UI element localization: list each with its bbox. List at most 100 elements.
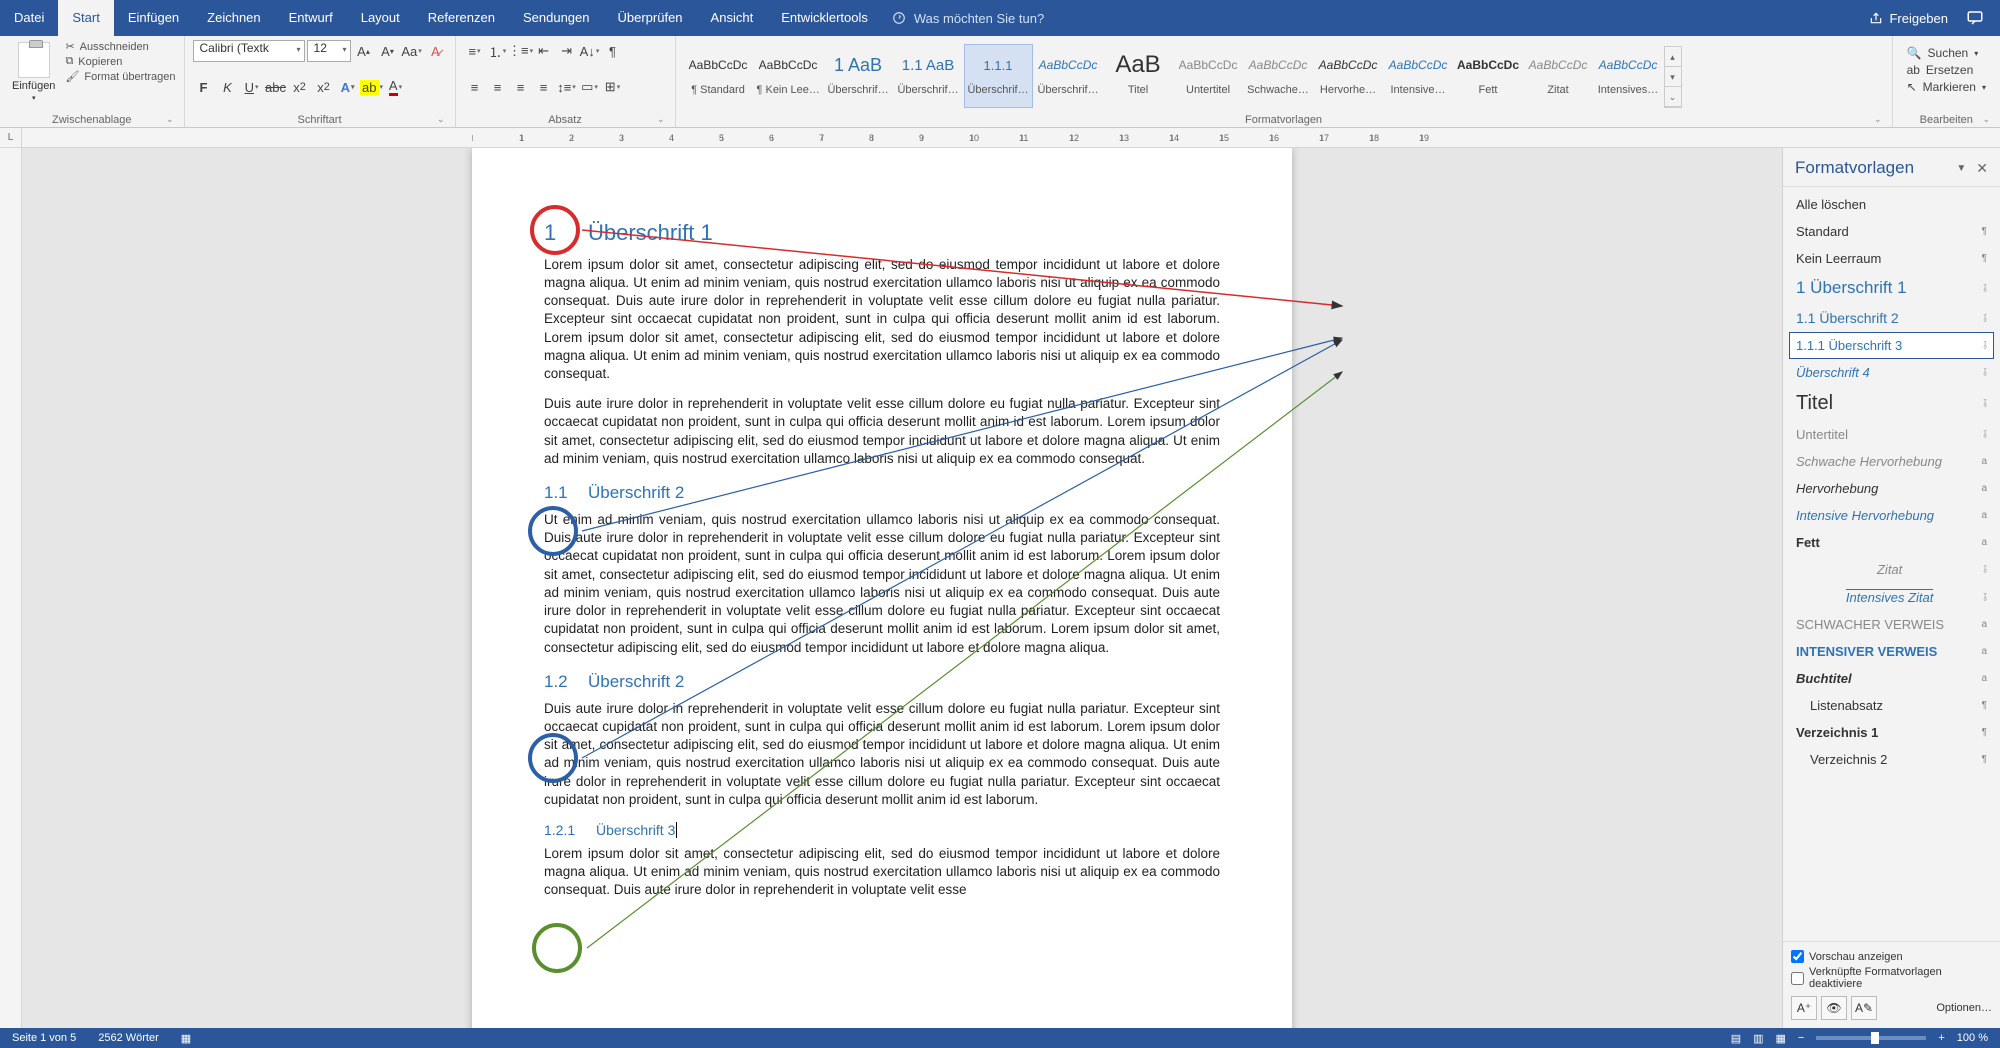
view-read-icon[interactable]: ▤ bbox=[1731, 1032, 1741, 1045]
select-button[interactable]: ↖Markieren▾ bbox=[1907, 80, 1986, 94]
vertical-ruler[interactable] bbox=[0, 148, 22, 1028]
change-case-icon[interactable]: Aa bbox=[401, 40, 423, 62]
underline-icon[interactable]: U bbox=[241, 76, 263, 98]
multilevel-icon[interactable]: ⋮≡ bbox=[510, 40, 532, 62]
new-style-button[interactable]: A⁺ bbox=[1791, 996, 1817, 1020]
font-size-select[interactable]: 12 bbox=[307, 40, 351, 62]
panel-style-item[interactable]: Standard¶ bbox=[1789, 218, 1994, 245]
font-name-select[interactable]: Calibri (Textk bbox=[193, 40, 305, 62]
panel-style-item[interactable]: Kein Leerraum¶ bbox=[1789, 245, 1994, 272]
panel-style-item[interactable]: Intensive Hervorhebunga bbox=[1789, 502, 1994, 529]
panel-style-item[interactable]: Titel⫱ bbox=[1789, 386, 1994, 421]
panel-style-item[interactable]: Intensives Zitat⫱ bbox=[1789, 583, 1994, 611]
zoom-level[interactable]: 100 % bbox=[1957, 1032, 1988, 1044]
style-clear-all[interactable]: Alle löschen bbox=[1789, 191, 1994, 218]
tab-datei[interactable]: Datei bbox=[0, 0, 58, 36]
panel-style-item[interactable]: Listenabsatz¶ bbox=[1789, 692, 1994, 719]
close-icon[interactable]: ✕ bbox=[1976, 160, 1988, 177]
tab-einfügen[interactable]: Einfügen bbox=[114, 0, 193, 36]
panel-style-item[interactable]: Schwache Hervorhebunga bbox=[1789, 448, 1994, 475]
style-intensive[interactable]: AaBbCcDcIntensive… bbox=[1384, 44, 1453, 108]
tab-layout[interactable]: Layout bbox=[347, 0, 414, 36]
copy-button[interactable]: ⧉Kopieren bbox=[65, 55, 175, 68]
align-left-icon[interactable]: ≡ bbox=[464, 76, 486, 98]
comments-icon[interactable] bbox=[1966, 9, 1984, 27]
tab-selector[interactable]: L bbox=[0, 128, 22, 148]
tab-referenzen[interactable]: Referenzen bbox=[414, 0, 509, 36]
replace-button[interactable]: abErsetzen bbox=[1907, 63, 1986, 77]
style-zitat[interactable]: AaBbCcDcZitat bbox=[1524, 44, 1593, 108]
panel-style-item[interactable]: Buchtitela bbox=[1789, 665, 1994, 692]
tab-start[interactable]: Start bbox=[58, 0, 113, 36]
word-count[interactable]: 2562 Wörter bbox=[98, 1032, 159, 1044]
style-berschrif[interactable]: 1 AaBÜberschrif… bbox=[824, 44, 893, 108]
line-spacing-icon[interactable]: ↕≡ bbox=[556, 76, 578, 98]
style-schwache[interactable]: AaBbCcDcSchwache… bbox=[1244, 44, 1313, 108]
outdent-icon[interactable]: ⇤ bbox=[533, 40, 555, 62]
macro-icon[interactable]: ▦ bbox=[181, 1032, 191, 1045]
shading-icon[interactable]: ▭ bbox=[579, 76, 601, 98]
page-indicator[interactable]: Seite 1 von 5 bbox=[12, 1032, 76, 1044]
tab-sendungen[interactable]: Sendungen bbox=[509, 0, 604, 36]
grow-font-icon[interactable]: A▴ bbox=[353, 40, 375, 62]
justify-icon[interactable]: ≡ bbox=[533, 76, 555, 98]
tab-ansicht[interactable]: Ansicht bbox=[697, 0, 768, 36]
panel-style-item[interactable]: Verzeichnis 1¶ bbox=[1789, 719, 1994, 746]
tab-überprüfen[interactable]: Überprüfen bbox=[604, 0, 697, 36]
numbering-icon[interactable]: ⒈ bbox=[487, 40, 509, 62]
panel-style-item[interactable]: Hervorhebunga bbox=[1789, 475, 1994, 502]
bold-icon[interactable]: F bbox=[193, 76, 215, 98]
text-effects-icon[interactable]: A bbox=[337, 76, 359, 98]
panel-style-item[interactable]: 1.1.1 Überschrift 3⫱ bbox=[1789, 332, 1994, 359]
show-marks-icon[interactable]: ¶ bbox=[602, 40, 624, 62]
style-berschrif[interactable]: 1.1.1Überschrif… bbox=[964, 44, 1033, 108]
panel-style-item[interactable]: Überschrift 4⫱ bbox=[1789, 359, 1994, 386]
panel-style-item[interactable]: SCHWACHER VERWEISa bbox=[1789, 611, 1994, 638]
clear-format-icon[interactable]: A̷ bbox=[425, 40, 447, 62]
preview-checkbox[interactable]: Vorschau anzeigen bbox=[1791, 950, 1992, 963]
zoom-out-icon[interactable]: − bbox=[1798, 1032, 1804, 1044]
document-area[interactable]: 1Überschrift 1 Lorem ipsum dolor sit ame… bbox=[22, 148, 2000, 1028]
indent-icon[interactable]: ⇥ bbox=[556, 40, 578, 62]
shrink-font-icon[interactable]: A▾ bbox=[377, 40, 399, 62]
borders-icon[interactable]: ⊞ bbox=[602, 76, 624, 98]
style-berschrif[interactable]: AaBbCcDcÜberschrif… bbox=[1034, 44, 1103, 108]
zoom-slider[interactable] bbox=[1816, 1036, 1926, 1040]
tab-entwurf[interactable]: Entwurf bbox=[275, 0, 347, 36]
linked-checkbox[interactable]: Verknüpfte Formatvorlagen deaktiviere bbox=[1791, 966, 1992, 990]
font-color-icon[interactable]: A bbox=[385, 76, 407, 98]
align-center-icon[interactable]: ≡ bbox=[487, 76, 509, 98]
style-intensives[interactable]: AaBbCcDcIntensives… bbox=[1594, 44, 1663, 108]
panel-style-item[interactable]: 1 Überschrift 1⫱ bbox=[1789, 272, 1994, 304]
panel-style-item[interactable]: 1.1 Überschrift 2⫱ bbox=[1789, 304, 1994, 332]
style-standard[interactable]: AaBbCcDc¶ Standard bbox=[684, 44, 753, 108]
tab-zeichnen[interactable]: Zeichnen bbox=[193, 0, 274, 36]
style-fett[interactable]: AaBbCcDcFett bbox=[1454, 44, 1523, 108]
zoom-in-icon[interactable]: + bbox=[1938, 1032, 1944, 1044]
tab-entwicklertools[interactable]: Entwicklertools bbox=[767, 0, 882, 36]
style-untertitel[interactable]: AaBbCcDcUntertitel bbox=[1174, 44, 1243, 108]
horizontal-ruler[interactable]: 12345678910111213141516171819 bbox=[22, 128, 2000, 148]
align-right-icon[interactable]: ≡ bbox=[510, 76, 532, 98]
style-hervorhe[interactable]: AaBbCcDcHervorhe… bbox=[1314, 44, 1383, 108]
view-web-icon[interactable]: ▦ bbox=[1776, 1032, 1786, 1045]
panel-style-item[interactable]: Untertitel⫱ bbox=[1789, 421, 1994, 448]
paste-button[interactable]: Einfügen ▾ bbox=[8, 40, 59, 104]
style-gallery-more[interactable]: ▴▾⌄ bbox=[1664, 46, 1682, 108]
tell-me[interactable]: Was möchten Sie tun? bbox=[892, 11, 1044, 26]
panel-style-item[interactable]: Fetta bbox=[1789, 529, 1994, 556]
format-painter-button[interactable]: 🖌Format übertragen bbox=[65, 70, 175, 83]
style-titel[interactable]: AaBTitel bbox=[1104, 44, 1173, 108]
panel-style-item[interactable]: INTENSIVER VERWEISa bbox=[1789, 638, 1994, 665]
panel-style-item[interactable]: Verzeichnis 2¶ bbox=[1789, 746, 1994, 773]
subscript-icon[interactable]: x2 bbox=[289, 76, 311, 98]
italic-icon[interactable]: K bbox=[217, 76, 239, 98]
style-keinlee[interactable]: AaBbCcDc¶ Kein Lee… bbox=[754, 44, 823, 108]
share-button[interactable]: Freigeben bbox=[1869, 11, 1948, 26]
highlight-icon[interactable]: ab bbox=[361, 76, 383, 98]
panel-style-item[interactable]: Zitat⫱ bbox=[1789, 556, 1994, 583]
sort-icon[interactable]: A↓ bbox=[579, 40, 601, 62]
strike-icon[interactable]: abc bbox=[265, 76, 287, 98]
superscript-icon[interactable]: x2 bbox=[313, 76, 335, 98]
find-button[interactable]: 🔍Suchen▾ bbox=[1907, 46, 1986, 60]
